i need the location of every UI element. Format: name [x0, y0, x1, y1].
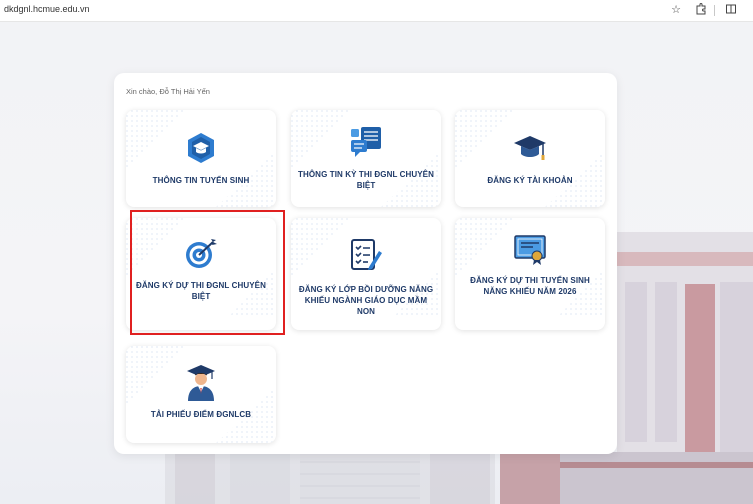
- tile-register-account-label: ĐĂNG KÝ TÀI KHOẢN: [487, 176, 573, 185]
- graduate-person-icon: [187, 365, 215, 401]
- url-text[interactable]: dkdgnl.hcmue.edu.vn: [4, 4, 90, 14]
- tile-register-aptitude-exam-label: ĐĂNG KÝ DỰ THI TUYỂN SINH NĂNG KHIẾU NĂM…: [470, 276, 590, 296]
- dot-pattern: [291, 110, 441, 207]
- greeting-text: Xin chào, Đỗ Thị Hải Yến: [126, 87, 210, 96]
- star-icon[interactable]: ☆: [669, 3, 683, 17]
- selection-highlight: [130, 210, 285, 335]
- tile-download-score-report-label: TẢI PHIẾU ĐIỂM ĐGNLCB: [150, 410, 252, 419]
- dot-pattern: [455, 218, 605, 315]
- mortarboard-icon: [514, 136, 546, 160]
- tile-register-preschool-class-label: ĐĂNG KÝ LỚP BỒI DƯỠNG NĂNG KHIẾU NGÀNH G…: [298, 285, 434, 316]
- documents-chat-icon: [351, 127, 381, 157]
- tile-register-account[interactable]: ĐĂNG KÝ TÀI KHOẢN: [455, 110, 605, 207]
- browser-address-bar: dkdgnl.hcmue.edu.vn ☆: [0, 0, 753, 22]
- tile-register-aptitude-exam[interactable]: ĐĂNG KÝ DỰ THI TUYỂN SINH NĂNG KHIẾU NĂM…: [455, 218, 605, 330]
- tile-admission-info[interactable]: THÔNG TIN TUYỂN SINH: [126, 110, 276, 207]
- extensions-icon[interactable]: [694, 3, 708, 17]
- split-view-icon[interactable]: [724, 3, 738, 17]
- tile-download-score-report[interactable]: TẢI PHIẾU ĐIỂM ĐGNLCB: [126, 346, 276, 443]
- tile-admission-info-label: THÔNG TIN TUYỂN SINH: [152, 176, 250, 185]
- toolbar-separator: [714, 5, 715, 16]
- certificate-icon: [514, 235, 546, 265]
- tile-exam-info-label: THÔNG TIN KỲ THI ĐGNL CHUYÊN BIỆT: [298, 170, 434, 190]
- graduation-cap-badge-icon: [188, 133, 214, 163]
- checklist-pencil-icon: [351, 239, 382, 270]
- tile-register-preschool-class[interactable]: ĐĂNG KÝ LỚP BỒI DƯỠNG NĂNG KHIẾU NGÀNH G…: [291, 218, 441, 330]
- tile-exam-info[interactable]: THÔNG TIN KỲ THI ĐGNL CHUYÊN BIỆT: [291, 110, 441, 207]
